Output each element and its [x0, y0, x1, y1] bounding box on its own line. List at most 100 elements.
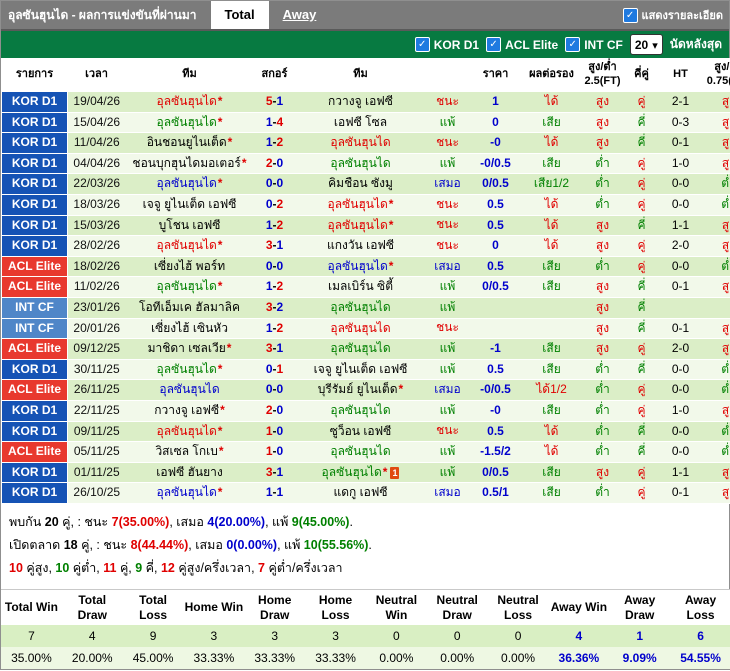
league-badge: KOR D1 [1, 420, 68, 443]
handicap-result-cell [521, 318, 582, 340]
odds-value: 0/0.5 [482, 464, 509, 479]
team-cell: เอฟซี โซล [295, 112, 426, 134]
over-under-cell: ต่ำ [581, 482, 624, 504]
filter-kor-d1[interactable]: KOR D1 [414, 37, 479, 52]
team-name: โอทีเอ็มเค ฮัลมาลิค [139, 299, 240, 314]
handicap-result: เสีย [542, 341, 561, 356]
filter-acl-elite[interactable]: ACL Elite [486, 37, 558, 52]
league-badge: KOR D1 [1, 173, 68, 195]
ht-over-under-cell: สูง [701, 215, 730, 237]
ht-over-under-cell: สูง [701, 482, 730, 504]
tab-total[interactable]: Total [210, 1, 269, 29]
handicap-result: เสีย [542, 155, 561, 170]
score-cell: 1-1 [253, 482, 296, 504]
score-cell: 0-0 [253, 256, 296, 278]
ht-over-under-cell: สูง [701, 91, 730, 113]
odd-even-result: คู่ [637, 196, 646, 211]
favorite-star: * [217, 279, 223, 294]
over-under-cell: สูง [581, 132, 624, 154]
match-count-select[interactable]: 20 [629, 34, 663, 55]
match-row: ACL Elite 18/02/26 เซี่ยงไฮ้ พอร์ท 0-0 อุลซั… [1, 255, 730, 278]
result-cell: แพ้ [425, 276, 470, 298]
stats-percent: 0.00% [501, 651, 536, 666]
result-text: ชนะ [436, 217, 459, 232]
show-details-toggle[interactable]: แสดงรายละเอียด [622, 6, 729, 24]
team-cell: อุลซันฮุนได [125, 379, 254, 401]
odd-even-result: คี่ [637, 217, 646, 232]
odds-value: 0/0.5 [482, 279, 509, 294]
result-cell: เสมอ [425, 173, 470, 195]
stats-count: 4 [575, 629, 583, 644]
team-cell: อุลซันฮุนได [295, 400, 426, 422]
over-under-cell: ต่ำ [581, 359, 624, 381]
show-details-checkbox[interactable] [622, 7, 638, 23]
team-cell: อุลซันฮุนได* [125, 359, 254, 381]
halftime-score [659, 297, 702, 319]
team-cell: อินชอนยูไนเต็ด* [125, 132, 254, 154]
stats-percent: 0.00% [440, 651, 475, 666]
odds-value: 0/0.5 [482, 176, 509, 191]
ht-over-under-cell: ต่ำ [701, 359, 730, 381]
odd-even-cell: คู่ [623, 91, 660, 113]
team-name: อุลซันฮุนได [156, 114, 217, 129]
team-name: เมลเบิร์น ซิตี้ [327, 279, 393, 294]
ht-over-under-cell: ต่ำ [701, 256, 730, 278]
odd-even-cell: คู่ [623, 235, 660, 257]
summary-segment: คู่, : ชนะ [58, 514, 112, 529]
acl-elite-checkbox[interactable] [486, 37, 502, 52]
kor-d1-checkbox[interactable] [414, 37, 430, 52]
team-name: อุลซันฮุนได [327, 258, 388, 273]
team-name: อุลซันฮุนได [330, 444, 391, 459]
match-row: ACL Elite 11/02/26 อุลซันฮุนได* 1-2 เมลเบิร์… [1, 276, 730, 298]
result-cell: แพ้ [425, 112, 470, 134]
ht-over-under-result: สูง [721, 135, 730, 150]
tab-away[interactable]: Away [269, 1, 331, 29]
score-cell: 2-0 [253, 400, 296, 422]
acl-elite-label: ACL Elite [505, 37, 559, 52]
team-cell: มาชิดา เซลเวีย* [125, 338, 254, 360]
results-page: อุลซันฮุนได - ผลการแข่งขันที่ผ่านมา Tota… [0, 0, 730, 671]
filter-int-cf[interactable]: INT CF [565, 37, 623, 52]
match-date: 05/11/25 [67, 441, 126, 463]
odd-even-cell: คี่ [623, 276, 660, 298]
over-under-cell: สูง [581, 276, 624, 298]
summary-segment: 10 [9, 561, 23, 576]
league-badge: KOR D1 [1, 399, 68, 422]
team-name: อุลซันฮุนได [330, 341, 391, 356]
team-name: อุลซันฮุนได [156, 361, 217, 376]
score-cell: 1-2 [253, 318, 296, 340]
handicap-result: เสีย [542, 402, 561, 417]
home-score: 0 [265, 176, 273, 191]
match-date: 09/11/25 [67, 421, 126, 443]
over-under-result: ต่ำ [595, 382, 610, 397]
away-score: 0 [276, 176, 284, 191]
int-cf-checkbox[interactable] [565, 37, 581, 52]
handicap-result-cell: ได้ [521, 441, 582, 463]
team-cell: อุลซันฮุนได* [295, 194, 426, 216]
odd-even-result: คี่ [637, 299, 646, 314]
ht-over-under-cell: สูง [701, 112, 730, 134]
favorite-star: * [217, 361, 223, 376]
home-score: 5 [265, 93, 273, 108]
title-bar: อุลซันฮุนได - ผลการแข่งขันที่ผ่านมา Tota… [1, 1, 729, 31]
stats-column-header: Home Loss [305, 589, 366, 626]
stats-count: 0 [453, 629, 461, 644]
stats-header-row: Total Win Total Draw Total Loss Home Win Hom… [1, 589, 730, 626]
over-under-cell: ต่ำ [581, 421, 624, 443]
odd-even-result: คี่ [637, 423, 646, 438]
stats-column-header: Home Win [183, 589, 245, 626]
odds-cell [469, 297, 522, 319]
over-under-result: สูง [595, 217, 610, 232]
score-cell: 1-0 [253, 441, 296, 463]
odds-cell: 0.5 [469, 421, 522, 443]
handicap-result-cell: เสีย [521, 153, 582, 175]
favorite-star: * [227, 135, 233, 150]
away-score: 0 [276, 155, 284, 170]
home-score: 0 [265, 382, 273, 397]
favorite-star: * [217, 423, 223, 438]
team-cell: เมลเบิร์น ซิตี้ [295, 276, 426, 298]
over-under-result: ต่ำ [595, 423, 610, 438]
team-name: อุลซันฮุนได [330, 155, 391, 170]
handicap-result-cell: ได้1/2 [521, 379, 582, 401]
odds-cell: 0.5/1 [469, 482, 522, 504]
